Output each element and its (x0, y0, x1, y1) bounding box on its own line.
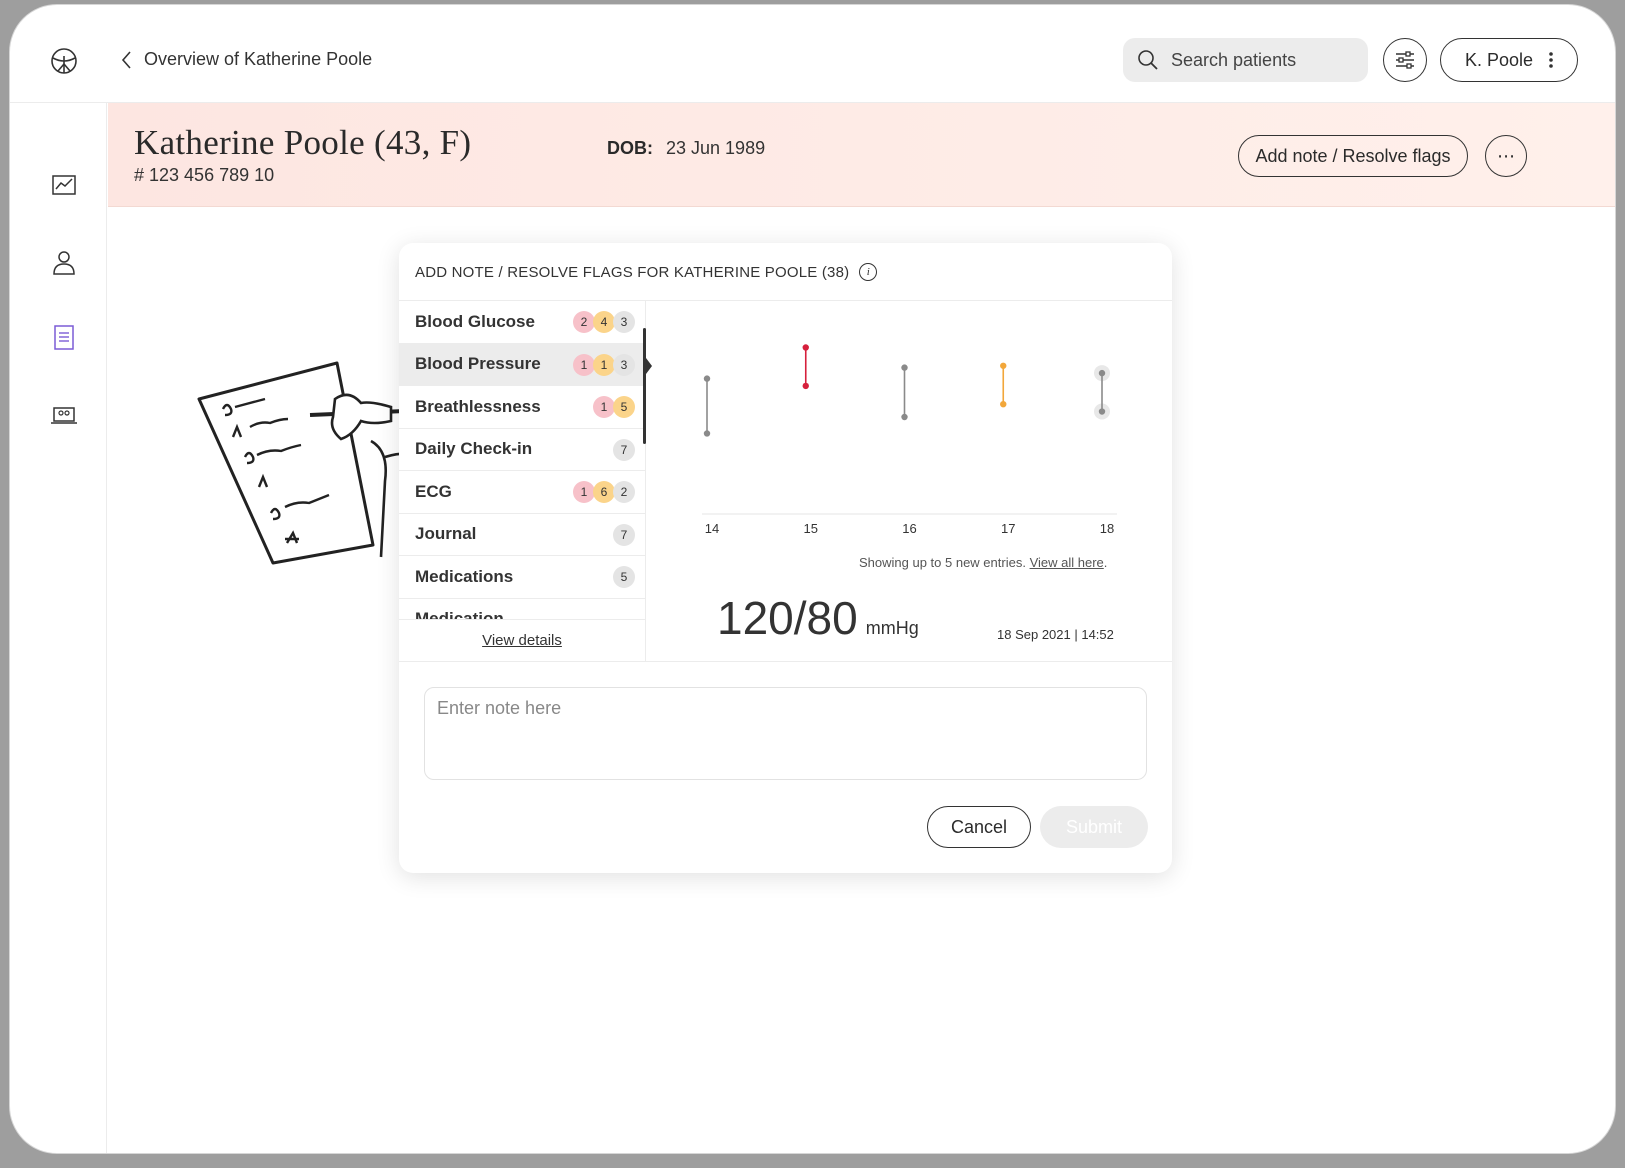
notes-document-icon[interactable] (50, 323, 78, 351)
category-item-medications[interactable]: Medications 5 (399, 556, 645, 599)
amber-flag-badge: 6 (593, 481, 615, 503)
dob-value: 23 Jun 1989 (666, 138, 766, 158)
amber-flag-badge: 5 (613, 396, 635, 418)
diastolic-point[interactable] (1098, 408, 1106, 415)
trends-chart-icon[interactable] (50, 171, 78, 199)
view-all-link[interactable]: View all here (1030, 555, 1104, 570)
category-item-ecg[interactable]: ECG 1 6 2 (399, 471, 645, 514)
category-label: Medication (415, 609, 504, 619)
category-item-breathlessness[interactable]: Breathlessness 1 5 (399, 386, 645, 429)
diastolic-point[interactable] (1000, 401, 1007, 408)
category-label: ECG (415, 481, 452, 501)
patient-header: Katherine Poole (43, F) # 123 456 789 10… (108, 103, 1615, 207)
flag-badges: 7 (613, 438, 635, 461)
flag-badges: 1 6 2 (573, 481, 635, 503)
flag-badges: 1 5 (593, 396, 635, 418)
chevron-left-icon (121, 50, 131, 69)
diastolic-point[interactable] (703, 430, 711, 437)
category-item-blood-pressure[interactable]: Blood Pressure 1 1 3 (399, 343, 645, 386)
category-list: Blood Glucose 2 4 3 Blood Pressure 1 1 3 (399, 301, 646, 619)
grey-count-badge: 5 (613, 566, 635, 588)
x-tick-label: 15 (804, 521, 818, 536)
user-name: K. Poole (1464, 49, 1534, 70)
flag-badges: 2 4 3 (573, 311, 635, 333)
sidebar (10, 103, 107, 1153)
back-link-label: Overview of Katherine Poole (144, 49, 373, 69)
reading-value: 120/80 (717, 592, 858, 644)
cancel-button[interactable]: Cancel (927, 806, 1031, 848)
systolic-point[interactable] (1098, 369, 1106, 377)
red-flag-badge: 1 (573, 353, 595, 376)
diastolic-point[interactable] (901, 413, 908, 421)
search-box[interactable] (1123, 38, 1368, 82)
category-label: Breathlessness (415, 396, 541, 416)
reading-unit: mmHg (865, 618, 919, 638)
sliders-icon (1396, 51, 1414, 69)
device-frame: Overview of Katherine Poole Search patie… (0, 0, 1625, 1168)
flag-badges: 5 (613, 566, 635, 588)
note-textarea[interactable] (424, 687, 1147, 780)
modal-title: ADD NOTE / RESOLVE FLAGS FOR KATHERINE P… (415, 263, 878, 281)
more-options-button[interactable]: ⋯ (1485, 135, 1527, 177)
modal-lower-divider (399, 661, 1172, 662)
dob-label: DOB: (607, 138, 653, 158)
category-scrollbar[interactable] (643, 328, 646, 444)
chart-footnote-text: Showing up to 5 new entries. (859, 555, 1030, 570)
info-icon[interactable]: i (859, 263, 878, 281)
category-label: Blood Pressure (415, 354, 541, 374)
flag-badges: 7 (613, 523, 635, 546)
category-label: Blood Glucose (415, 311, 535, 331)
x-tick-label: 17 (1001, 521, 1015, 536)
chart-footnote: Showing up to 5 new entries. View all he… (859, 555, 1107, 570)
search-icon (1138, 50, 1158, 70)
category-label: Daily Check-in (415, 439, 533, 459)
x-tick-label: 16 (902, 521, 916, 536)
top-bar: Overview of Katherine Poole Search patie… (10, 5, 1615, 103)
reading-timestamp: 18 Sep 2021 | 14:52 (997, 627, 1114, 642)
red-flag-badge: 1 (573, 481, 595, 503)
app-logo-icon[interactable] (50, 47, 78, 75)
diastolic-point[interactable] (802, 382, 809, 390)
person-icon[interactable] (50, 248, 78, 276)
grey-count-badge: 3 (613, 311, 635, 333)
search-input[interactable] (1171, 49, 1341, 71)
patient-id: # 123 456 789 10 (134, 165, 275, 185)
amber-flag-badge: 1 (593, 353, 615, 376)
grey-count-badge: 3 (613, 353, 635, 376)
category-item-daily-check-in[interactable]: Daily Check-in 7 (399, 429, 645, 471)
modal-title-text: ADD NOTE / RESOLVE FLAGS FOR KATHERINE P… (415, 263, 850, 281)
x-tick-label: 18 (1100, 521, 1114, 536)
category-item-medication-partial[interactable]: Medication (399, 599, 645, 619)
grey-count-badge: 7 (613, 523, 635, 546)
latest-reading: 120/80 mmHg (717, 591, 919, 645)
questionnaire-illustration (197, 361, 425, 565)
view-details-link[interactable]: View details (399, 619, 646, 661)
telehealth-laptop-icon[interactable] (50, 401, 78, 429)
category-item-journal[interactable]: Journal 7 (399, 514, 645, 556)
amber-flag-badge: 4 (593, 311, 615, 333)
add-note-modal: ADD NOTE / RESOLVE FLAGS FOR KATHERINE P… (399, 243, 1172, 873)
systolic-point[interactable] (802, 344, 809, 351)
back-link[interactable]: Overview of Katherine Poole (120, 49, 372, 70)
add-note-resolve-flags-button[interactable]: Add note / Resolve flags (1238, 135, 1468, 177)
app-screen: Overview of Katherine Poole Search patie… (9, 4, 1616, 1154)
red-flag-badge: 1 (593, 396, 615, 418)
red-flag-badge: 2 (573, 311, 595, 333)
category-item-blood-glucose[interactable]: Blood Glucose 2 4 3 (399, 301, 645, 344)
grey-count-badge: 2 (613, 481, 635, 503)
category-label: Medications (415, 566, 514, 586)
x-tick-label: 14 (705, 521, 719, 536)
systolic-point[interactable] (1000, 362, 1007, 369)
patient-name: Katherine Poole (43, F) (134, 123, 472, 162)
category-label: Journal (415, 524, 477, 544)
systolic-point[interactable] (703, 375, 711, 382)
systolic-point[interactable] (901, 364, 908, 371)
flag-badges: 1 1 3 (573, 353, 635, 376)
grey-count-badge: 7 (613, 438, 635, 461)
chart-footnote-period: . (1103, 555, 1108, 570)
user-menu-button[interactable]: K. Poole (1440, 38, 1578, 82)
vertical-dots-icon (1549, 52, 1553, 68)
submit-button[interactable]: Submit (1040, 806, 1148, 848)
filter-button[interactable] (1383, 38, 1427, 82)
